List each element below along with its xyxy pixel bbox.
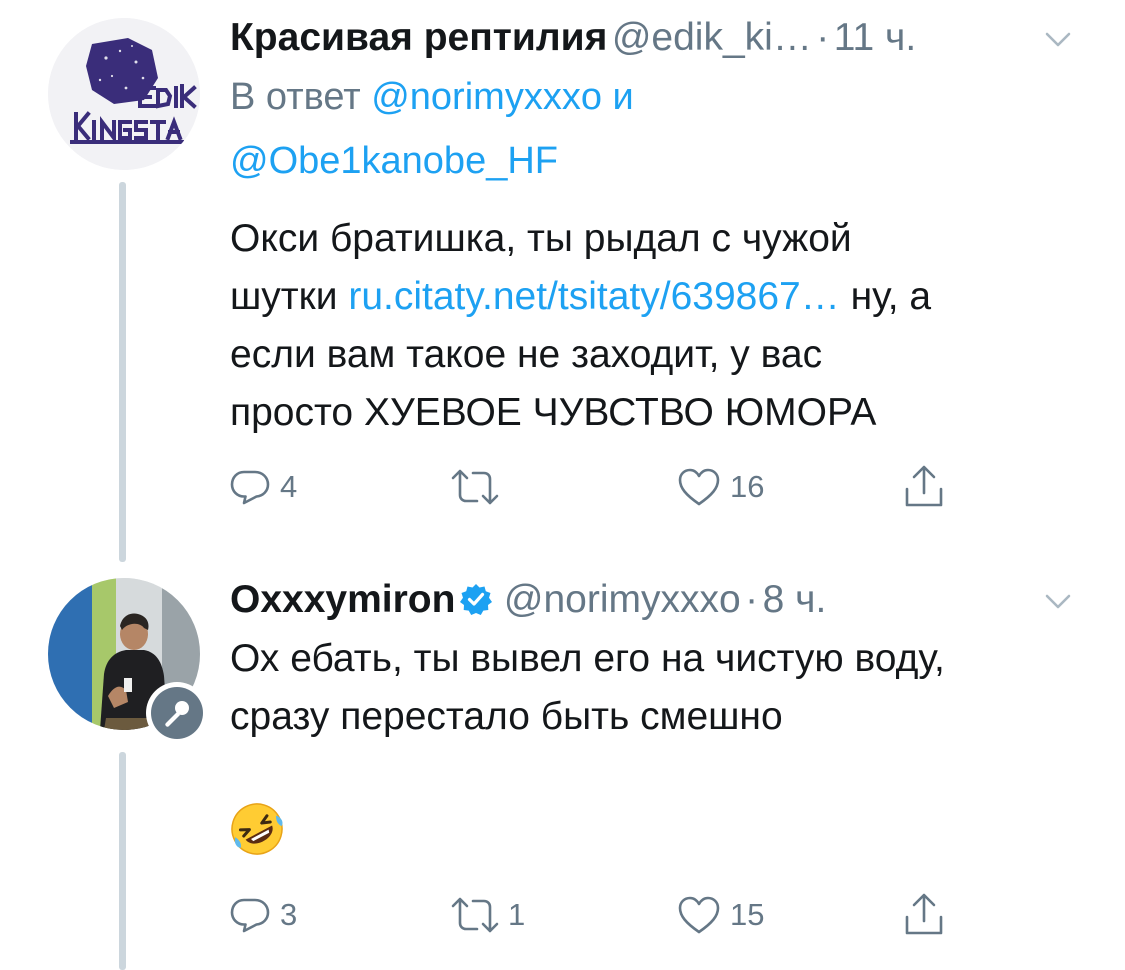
heart-icon <box>678 468 720 506</box>
tweet-header: Oxxxymiron @norimyxxxo · 8 ч. <box>230 570 826 638</box>
text-line: сразу перестало быть смешно <box>230 695 783 738</box>
retweet-count: 1 <box>508 897 526 932</box>
reply-button[interactable]: 4 <box>228 462 297 512</box>
rolling-on-floor-laughing-emoji-icon <box>231 803 283 855</box>
share-icon <box>905 893 943 935</box>
tweet-link[interactable]: ru.citaty.net/tsitaty/639867… <box>348 275 839 318</box>
tweet-2[interactable]: Oxxxymiron @norimyxxxo · 8 ч. Ох ебать, … <box>0 570 1125 970</box>
tweet-actions: 4 16 <box>228 462 988 512</box>
reply-icon <box>230 470 270 505</box>
edik-kingsta-logo-icon <box>48 18 200 170</box>
reply-and: и <box>612 76 634 118</box>
timestamp[interactable]: 8 ч. <box>763 578 827 621</box>
reply-user-link[interactable]: @Obe1kanobe_HF <box>230 140 558 182</box>
retweet-button[interactable]: 1 <box>450 890 525 940</box>
tweet-actions: 3 1 15 <box>228 890 988 940</box>
chevron-down-icon[interactable] <box>1041 584 1075 618</box>
text-line: если вам такое не заходит, у вас <box>230 333 823 376</box>
timestamp[interactable]: 11 ч. <box>834 16 916 59</box>
reply-to-line: В ответ @norimyxxxo и <box>230 66 634 128</box>
separator-dot: · <box>745 578 759 621</box>
like-button[interactable]: 16 <box>676 462 764 512</box>
author-name[interactable]: Oxxxymiron <box>230 578 455 621</box>
retweet-icon <box>451 469 499 505</box>
tweet-text: Ох ебать, ты вывел его на чистую воду, с… <box>230 630 1100 746</box>
tweet-text: Окси братишка, ты рыдал с чужой шутки ru… <box>230 210 1100 442</box>
reply-button[interactable]: 3 <box>228 890 297 940</box>
text-line: Окси братишка, ты рыдал с чужой <box>230 217 852 260</box>
microphone-icon <box>165 701 189 727</box>
author-name[interactable]: Красивая рептилия <box>230 16 607 59</box>
like-button[interactable]: 15 <box>676 890 764 940</box>
reply-prefix: В ответ <box>230 76 361 118</box>
share-button[interactable] <box>902 890 946 940</box>
separator-dot: · <box>816 16 830 59</box>
share-button[interactable] <box>902 462 946 512</box>
share-icon <box>905 465 943 507</box>
heart-icon <box>678 896 720 934</box>
like-count: 15 <box>730 897 765 932</box>
reply-to-line-2: @Obe1kanobe_HF <box>230 130 558 192</box>
microphone-badge <box>146 682 208 744</box>
text-fragment: ну, а <box>850 275 932 318</box>
text-line: шутки ru.citaty.net/tsitaty/639867… ну, … <box>230 268 1100 326</box>
text-line: просто ХУЕВОЕ ЧУВСТВО ЮМОРА <box>230 391 877 434</box>
author-handle[interactable]: @edik_ki… <box>612 16 812 59</box>
reply-user-link[interactable]: @norimyxxxo <box>371 76 602 118</box>
reply-count: 4 <box>280 469 298 504</box>
reply-icon <box>230 898 270 933</box>
retweet-icon <box>451 897 499 933</box>
verified-badge-icon <box>460 584 493 615</box>
tweet-1[interactable]: Красивая рептилия @edik_ki… · 11 ч. В от… <box>0 0 1125 570</box>
reply-count: 3 <box>280 897 298 932</box>
like-count: 16 <box>730 469 765 504</box>
avatar[interactable] <box>48 18 200 170</box>
text-line: Ох ебать, ты вывел его на чистую воду, <box>230 637 945 680</box>
retweet-button[interactable] <box>450 462 508 512</box>
chevron-down-icon[interactable] <box>1041 22 1075 56</box>
author-handle[interactable]: @norimyxxxo <box>504 578 741 621</box>
text-fragment: шутки <box>230 275 338 318</box>
